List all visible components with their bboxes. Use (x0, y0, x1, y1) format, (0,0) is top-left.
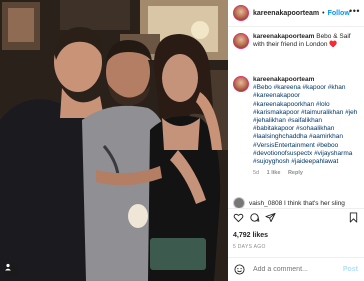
post-detail-panel: kareenakapoorteam • Follow ••• kareenaka… (228, 0, 364, 281)
likes-count[interactable]: 4,792 likes (233, 232, 268, 239)
comment-username[interactable]: kareenakapoorteam (253, 76, 314, 83)
post-header: kareenakapoorteam • Follow ••• (228, 0, 364, 26)
comment-likes[interactable]: 1 like (267, 170, 281, 176)
author-avatar[interactable] (233, 5, 249, 21)
bookmark-icon[interactable] (348, 212, 359, 223)
user-tag-glyph (5, 263, 11, 271)
action-bar (233, 212, 359, 224)
follow-button[interactable]: Follow (328, 10, 350, 17)
caption-avatar[interactable] (233, 33, 249, 49)
header-separator: • (322, 9, 325, 17)
caption-text-block: kareenakapoorteam Bebo & Saif with their… (253, 33, 361, 49)
caption-username[interactable]: kareenakapoorteam (253, 33, 314, 40)
author-username[interactable]: kareenakapoorteam (253, 10, 319, 17)
heart-icon[interactable] (233, 212, 244, 223)
user-tag-icon[interactable] (4, 263, 18, 277)
comment-reply-button[interactable]: Reply (288, 170, 303, 176)
comment-time: 5d (253, 170, 260, 177)
hashtag-comment: kareenakapoorteam #Bebo #kareena #kapoor… (233, 76, 361, 177)
caption: kareenakapoorteam Bebo & Saif with their… (233, 33, 361, 49)
emoji-icon[interactable] (234, 264, 245, 275)
header-divider (228, 26, 364, 27)
post-photo[interactable] (0, 0, 228, 281)
more-options-button[interactable]: ••• (349, 6, 360, 16)
post-photo-illustration (0, 0, 228, 281)
comment-hashtags[interactable]: #Bebo #kareena #kapoor #khan #kareenakap… (253, 84, 357, 165)
comment-meta: 5d 1 like Reply (253, 169, 361, 177)
actions-divider (228, 208, 364, 209)
comment-avatar[interactable] (233, 76, 249, 92)
reply-text: vaish_0808 I think that's her sling (249, 199, 345, 207)
share-icon[interactable] (265, 212, 276, 223)
post-comment-button[interactable]: Post (343, 266, 358, 273)
add-comment-input[interactable] (253, 266, 323, 273)
post-date[interactable]: 5 DAYS AGO (233, 244, 266, 250)
comment-body: kareenakapoorteam #Bebo #kareena #kapoor… (253, 76, 361, 177)
add-comment-bar: Post (228, 258, 364, 281)
comment-icon[interactable] (249, 212, 260, 223)
